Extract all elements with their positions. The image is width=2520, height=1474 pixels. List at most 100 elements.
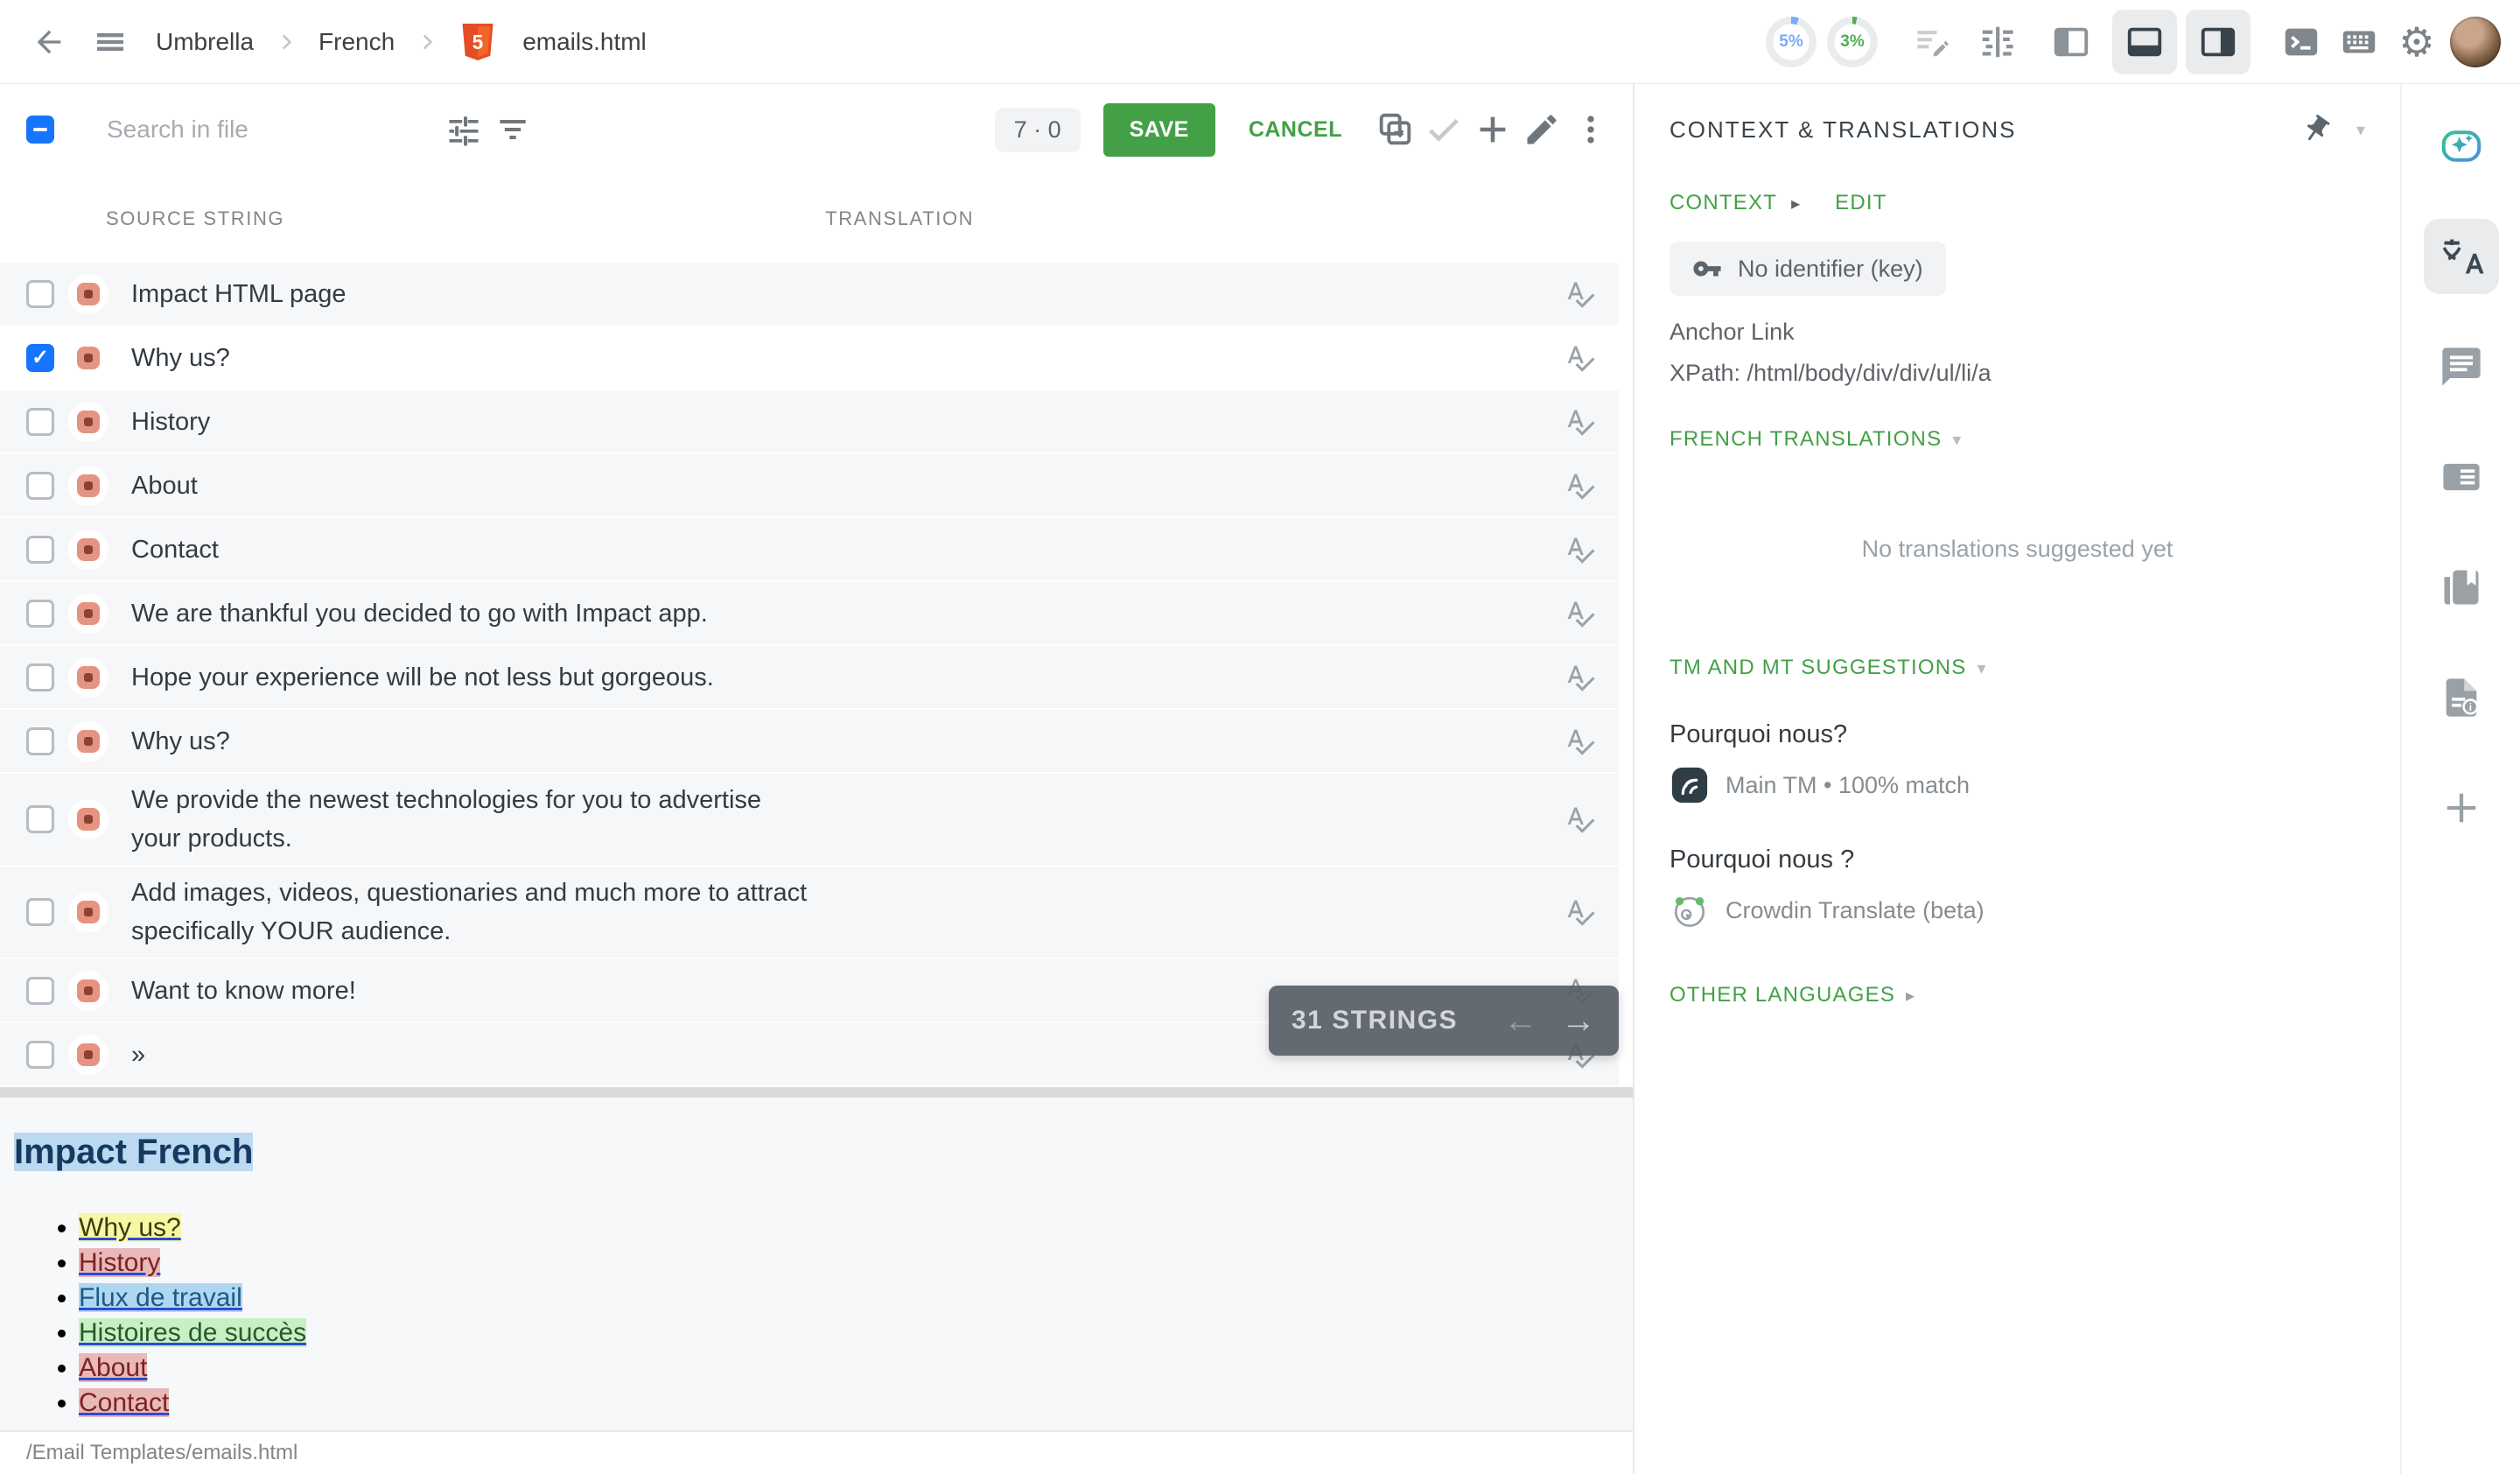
collapse-chevron-icon[interactable]: ▾ [2356,119,2365,141]
strings-count-overlay: 31 STRINGS ← → [1269,986,1619,1056]
column-translation: TRANSLATION [825,207,974,230]
preview-link[interactable]: Why us? [79,1213,181,1242]
ai-assistant-icon[interactable] [2424,109,2499,184]
context-link[interactable]: CONTEXT [1670,191,1777,215]
row-checkbox[interactable] [26,1041,54,1069]
table-row[interactable]: We provide the newest technologies for y… [0,774,1619,867]
chevron-right-icon: ▸ [1906,985,1914,1007]
identifier-pill: No identifier (key) [1670,242,1946,296]
suggestions-list: Pourquoi nous?Main TM • 100% matchPourqu… [1670,720,2365,930]
row-checkbox[interactable] [26,408,54,436]
terminology-tab-icon[interactable] [2424,550,2499,625]
edit-pencil-icon[interactable] [1517,105,1566,154]
table-row[interactable]: About [0,454,1619,518]
view-bottom-panel-icon[interactable] [2112,10,2177,74]
edit-strings-icon[interactable] [1908,18,1956,67]
table-row[interactable]: Add images, videos, questionaries and mu… [0,867,1619,959]
panel-title: CONTEXT & TRANSLATIONS [1670,116,2017,144]
row-checkbox[interactable]: ✓ [26,344,54,372]
console-icon[interactable] [2277,18,2326,67]
row-checkbox[interactable] [26,727,54,755]
untranslated-status-icon [68,402,108,442]
preview-link[interactable]: Flux de travail [79,1283,242,1312]
suggestion-text[interactable]: Pourquoi nous ? [1670,846,2365,874]
row-checkbox[interactable] [26,805,54,833]
view-left-panel-icon[interactable] [2039,10,2104,74]
view-side-by-side-icon[interactable] [1965,10,2030,74]
settings-gear-icon[interactable]: ⚙ [2392,18,2441,67]
source-string-text: Want to know more! [131,972,356,1010]
table-row[interactable]: Hope your experience will be not less bu… [0,646,1619,710]
prev-page-arrow-icon[interactable]: ← [1503,1001,1538,1041]
row-checkbox[interactable] [26,663,54,691]
key-icon [1692,254,1722,284]
filter-settings-icon[interactable] [439,105,488,154]
row-checkbox[interactable] [26,600,54,628]
translation-progress-circle[interactable]: 3% [1827,17,1878,67]
copy-source-icon[interactable] [1370,105,1419,154]
approve-check-icon[interactable] [1419,105,1468,154]
save-button[interactable]: SAVE [1103,103,1215,157]
table-row[interactable]: We are thankful you decided to go with I… [0,582,1619,646]
menu-icon[interactable] [86,18,135,67]
add-string-icon[interactable] [1468,105,1517,154]
table-row[interactable]: ✓Why us? [0,326,1619,390]
file-info-tab-icon[interactable]: i [2424,660,2499,735]
row-checkbox[interactable] [26,977,54,1005]
preview-link[interactable]: Contact [79,1388,169,1417]
search-input[interactable] [107,116,439,144]
top-bar: Umbrella French 5 emails.html 5%3% [0,0,2520,84]
context-anchor-line: Anchor Link [1670,319,2365,346]
preview-list-item: Histoires de succès [79,1316,1633,1351]
other-languages-link[interactable]: OTHER LANGUAGES [1670,983,1895,1007]
preview-link[interactable]: History [79,1248,160,1277]
next-page-arrow-icon[interactable]: → [1561,1001,1596,1041]
add-panel-icon[interactable] [2424,770,2499,846]
context-expand-triangle-icon[interactable]: ▸ [1791,193,1800,214]
pane-resize-handle[interactable] [0,1087,1633,1098]
breadcrumb-file[interactable]: emails.html [514,28,655,56]
table-row[interactable]: Contact [0,518,1619,582]
row-checkbox[interactable] [26,280,54,308]
edit-context-link[interactable]: EDIT [1835,191,1886,215]
row-checkbox[interactable] [26,472,54,500]
tm-mt-suggestions-section[interactable]: TM AND MT SUGGESTIONS [1670,656,1966,680]
tm-logo-icon [1670,765,1710,805]
table-row[interactable]: Why us? [0,710,1619,774]
tm-suggestion[interactable]: Pourquoi nous ?Crowdin Translate (beta) [1670,846,2365,930]
spellcheck-icon [1564,804,1596,835]
tm-suggestion[interactable]: Pourquoi nous?Main TM • 100% match [1670,720,2365,805]
row-checkbox[interactable] [26,898,54,926]
cancel-button[interactable]: CANCEL [1238,105,1353,155]
avatar[interactable] [2450,17,2501,67]
spellcheck-icon [1564,598,1596,629]
untranslated-status-icon [68,657,108,698]
spellcheck-icon [1564,406,1596,438]
untranslated-status-icon [68,274,108,314]
table-row[interactable]: History [0,390,1619,454]
source-string-text: Add images, videos, questionaries and mu… [131,874,814,951]
comments-tab-icon[interactable] [2424,329,2499,404]
french-translations-section[interactable]: FRENCH TRANSLATIONS [1670,427,1942,452]
spellcheck-icon [1564,896,1596,928]
back-icon[interactable] [24,18,74,67]
breadcrumb-project[interactable]: Umbrella [147,28,262,56]
preview-link[interactable]: Histoires de succès [79,1318,306,1347]
translations-tab-icon[interactable] [2424,219,2499,294]
view-right-panel-icon[interactable] [2186,10,2250,74]
source-string-text: We are thankful you decided to go with I… [131,594,708,633]
preview-link[interactable]: About [79,1353,147,1382]
filter-list-icon[interactable] [488,105,537,154]
row-checkbox[interactable] [26,536,54,564]
more-options-kebab-icon[interactable] [1566,105,1615,154]
pin-icon[interactable] [2300,114,2332,145]
suggestion-text[interactable]: Pourquoi nous? [1670,720,2365,749]
table-row[interactable]: Impact HTML page [0,263,1619,326]
keyboard-shortcuts-icon[interactable] [2334,18,2384,67]
side-tools-strip: i [2402,84,2520,1474]
breadcrumb-language[interactable]: French [310,28,403,56]
select-all-checkbox[interactable] [26,116,54,144]
source-string-text: Hope your experience will be not less bu… [131,658,714,697]
translation-progress-circle[interactable]: 5% [1766,17,1816,67]
context-tab-icon[interactable] [2424,439,2499,515]
